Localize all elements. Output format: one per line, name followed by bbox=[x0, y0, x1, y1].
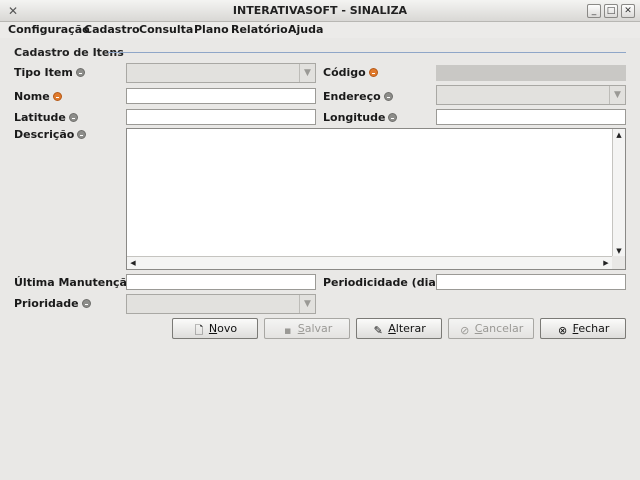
optional-indicator-icon bbox=[81, 299, 91, 308]
tipo-item-combo[interactable]: ▼ bbox=[126, 63, 316, 83]
scroll-left-icon[interactable]: ◀ bbox=[127, 257, 139, 269]
scroll-up-icon[interactable]: ▲ bbox=[613, 129, 625, 141]
save-icon: ▪ bbox=[283, 324, 292, 337]
periodicidade-field[interactable] bbox=[436, 274, 626, 290]
menu-configuracao[interactable]: Configuração bbox=[8, 23, 90, 36]
prioridade-combo[interactable]: ▼ bbox=[126, 294, 316, 314]
new-document-icon: 🗋 bbox=[194, 324, 204, 337]
nome-label-text: Nome bbox=[14, 90, 50, 103]
fechar-button[interactable]: ⊗ Fechar bbox=[540, 318, 626, 339]
latitude-label: Latitude bbox=[14, 111, 78, 124]
menu-ajuda[interactable]: Ajuda bbox=[288, 23, 323, 36]
prioridade-label-text: Prioridade bbox=[14, 297, 79, 310]
tipo-item-label: Tipo Item bbox=[14, 66, 85, 79]
endereco-combo[interactable]: ▼ bbox=[436, 85, 626, 105]
optional-indicator-icon bbox=[383, 92, 393, 101]
codigo-field bbox=[436, 65, 626, 81]
fechar-label-rest: echar bbox=[578, 322, 610, 335]
chevron-down-icon[interactable]: ▼ bbox=[299, 64, 315, 82]
group-divider bbox=[108, 52, 626, 53]
cancel-icon: ⊘ bbox=[460, 324, 470, 337]
endereco-label: Endereço bbox=[323, 90, 393, 103]
window-titlebar: ✕ INTERATIVASOFT - SINALIZA _ □ ✕ bbox=[0, 0, 640, 22]
menu-consulta[interactable]: Consulta bbox=[139, 23, 193, 36]
salvar-label-rest: alvar bbox=[304, 322, 333, 335]
chevron-down-icon[interactable]: ▼ bbox=[299, 295, 315, 313]
close-circle-icon: ⊗ bbox=[557, 324, 568, 337]
codigo-label: Código bbox=[323, 66, 378, 79]
periodicidade-label-text: Periodicidade (dias) bbox=[323, 276, 448, 289]
latitude-label-text: Latitude bbox=[14, 111, 66, 124]
salvar-button[interactable]: ▪ Salvar bbox=[264, 318, 350, 339]
tipo-item-label-text: Tipo Item bbox=[14, 66, 73, 79]
edit-icon: ✎ bbox=[373, 324, 383, 337]
nome-label: Nome bbox=[14, 90, 62, 103]
descricao-textarea[interactable]: ▲ ▼ ◀ ▶ bbox=[126, 128, 626, 270]
maximize-icon[interactable]: □ bbox=[604, 4, 618, 18]
minimize-icon[interactable]: _ bbox=[587, 4, 601, 18]
cancelar-label-rest: ancelar bbox=[482, 322, 524, 335]
optional-indicator-icon bbox=[68, 113, 78, 122]
longitude-label: Longitude bbox=[323, 111, 398, 124]
scroll-corner bbox=[612, 256, 625, 269]
menu-bar: Configuração Cadastro Consulta Plano Rel… bbox=[0, 22, 640, 38]
vertical-scrollbar[interactable]: ▲ ▼ bbox=[612, 129, 625, 257]
descricao-label: Descrição bbox=[14, 128, 87, 141]
optional-indicator-icon bbox=[75, 68, 85, 77]
novo-button[interactable]: 🗋 Novo bbox=[172, 318, 258, 339]
menu-cadastro[interactable]: Cadastro bbox=[84, 23, 140, 36]
endereco-label-text: Endereço bbox=[323, 90, 381, 103]
prioridade-label: Prioridade bbox=[14, 297, 91, 310]
alterar-mnemonic: A bbox=[388, 322, 396, 335]
window-title: INTERATIVASOFT - SINALIZA bbox=[232, 4, 408, 17]
menu-plano[interactable]: Plano bbox=[194, 23, 229, 36]
novo-label-rest: ovo bbox=[217, 322, 238, 335]
codigo-label-text: Código bbox=[323, 66, 366, 79]
ultima-manutencao-field[interactable] bbox=[126, 274, 316, 290]
longitude-label-text: Longitude bbox=[323, 111, 386, 124]
latitude-field[interactable] bbox=[126, 109, 316, 125]
horizontal-scrollbar[interactable]: ◀ ▶ bbox=[127, 256, 612, 269]
close-icon[interactable]: ✕ bbox=[621, 4, 635, 18]
descricao-label-text: Descrição bbox=[14, 128, 75, 141]
optional-indicator-icon bbox=[388, 113, 398, 122]
longitude-field[interactable] bbox=[436, 109, 626, 125]
ultima-manutencao-label-text: Última Manutenção bbox=[14, 276, 135, 289]
chevron-down-icon[interactable]: ▼ bbox=[609, 86, 625, 104]
alterar-label-rest: lterar bbox=[395, 322, 426, 335]
menu-relatorio[interactable]: Relatório bbox=[231, 23, 288, 36]
optional-indicator-icon bbox=[77, 130, 87, 139]
cancelar-button[interactable]: ⊘ Cancelar bbox=[448, 318, 534, 339]
required-indicator-icon bbox=[368, 68, 378, 77]
nome-field[interactable] bbox=[126, 88, 316, 104]
required-indicator-icon bbox=[52, 92, 62, 101]
novo-mnemonic: N bbox=[208, 322, 218, 335]
salvar-mnemonic: S bbox=[297, 322, 305, 335]
scroll-right-icon[interactable]: ▶ bbox=[600, 257, 612, 269]
alterar-button[interactable]: ✎ Alterar bbox=[356, 318, 442, 339]
